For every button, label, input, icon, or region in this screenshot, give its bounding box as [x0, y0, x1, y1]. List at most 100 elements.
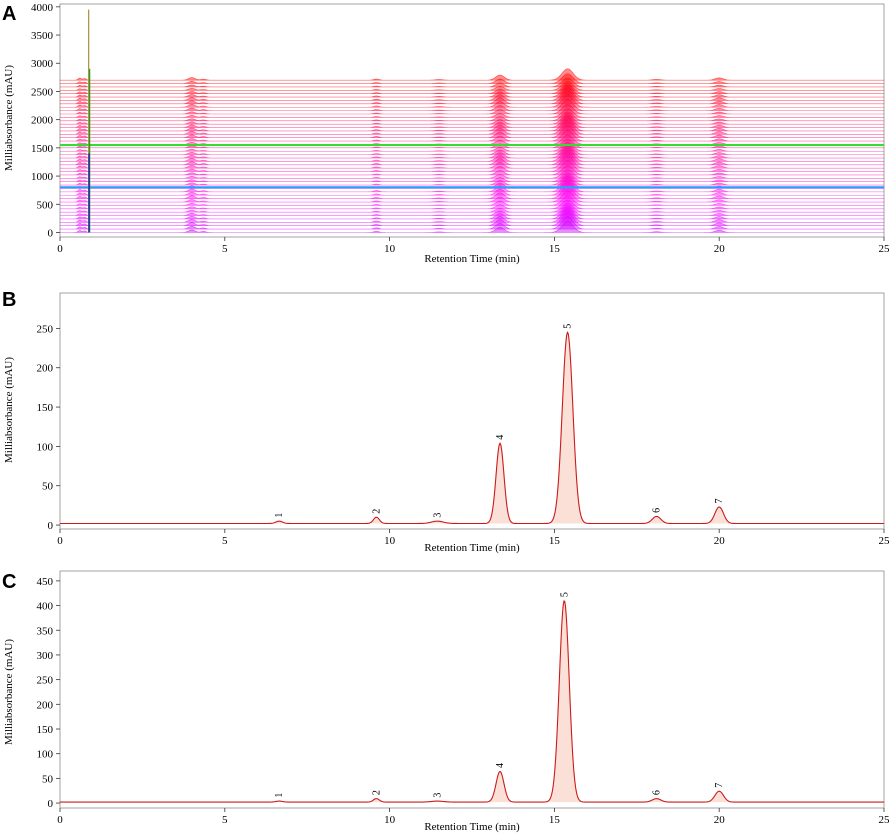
y-tick-label: 150 [37, 724, 54, 736]
peak-label-1: 1 [274, 793, 285, 798]
x-tick-label: 25 [879, 814, 891, 826]
panel-a-ylabel: Milliabsorbance (mAU) [3, 65, 15, 171]
stacked-trace [60, 216, 884, 230]
panel-b-xlabel: Retention Time (min) [424, 542, 520, 554]
x-tick-label: 5 [222, 814, 228, 826]
x-tick-label: 25 [879, 243, 891, 255]
peak-label-3: 3 [432, 793, 443, 798]
plot-frame [59, 570, 885, 809]
peak-label-2: 2 [371, 790, 382, 795]
y-tick-label: 1500 [31, 143, 54, 155]
y-tick-label: 1000 [31, 171, 54, 183]
peak-label-6: 6 [652, 508, 663, 513]
x-tick-label: 15 [549, 535, 561, 547]
stacked-trace [60, 199, 884, 210]
y-tick-label: 2000 [31, 115, 54, 127]
panel-c-ylabel: Milliabsorbance (mAU) [3, 639, 15, 745]
stacked-trace [60, 108, 884, 118]
stacked-trace [60, 73, 884, 84]
y-tick-label: 250 [37, 323, 54, 335]
panel-letter-b: B [2, 289, 16, 311]
chromatogram-line [60, 600, 884, 803]
stacked-trace [60, 195, 884, 206]
stacked-trace [60, 124, 884, 139]
y-tick-label: 0 [48, 227, 54, 239]
y-tick-label: 0 [48, 520, 54, 532]
y-tick-label: 50 [42, 481, 54, 493]
y-tick-label: 150 [37, 402, 54, 414]
stacked-trace [60, 165, 884, 176]
peak-label-4: 4 [495, 763, 506, 768]
peak-label-4: 4 [495, 435, 506, 440]
plot-area-b: 0 5 10 15 20 250501001502002501234567 [37, 292, 891, 547]
y-tick-label: 350 [37, 625, 54, 637]
stacked-trace [60, 169, 884, 179]
stacked-trace [60, 141, 884, 152]
x-tick-label: 5 [222, 243, 228, 255]
stacked-trace [60, 94, 884, 108]
stacked-trace [60, 68, 884, 81]
x-tick-label: 10 [384, 243, 396, 255]
stacked-trace [60, 83, 884, 94]
peak-label-2: 2 [371, 509, 382, 514]
y-tick-label: 3500 [31, 30, 54, 42]
stacked-trace [60, 174, 884, 186]
stacked-trace [60, 155, 884, 169]
peak-label-5: 5 [563, 324, 574, 329]
x-tick-label: 0 [57, 814, 63, 826]
panel-c-xlabel: Retention Time (min) [424, 821, 520, 833]
y-tick-label: 3000 [31, 58, 54, 70]
x-tick-label: 10 [384, 535, 396, 547]
x-tick-label: 15 [549, 243, 561, 255]
peak-fill [60, 332, 884, 524]
chromatogram-figure: A Milliabsorbance (mAU) Retention Time (… [2, 2, 891, 833]
x-tick-label: 10 [384, 814, 396, 826]
y-tick-label: 300 [37, 650, 54, 662]
y-tick-label: 100 [37, 749, 54, 761]
y-tick-label: 0 [48, 798, 54, 810]
panel-a-xlabel: Retention Time (min) [424, 253, 520, 265]
plot-area-a: 0 5 10 15 20 25 0 500 1000 1500 2000 2500 3000 3500 40… [31, 2, 890, 255]
x-tick-label: 0 [57, 243, 63, 255]
stacked-trace [60, 172, 884, 183]
peak-label-1: 1 [274, 513, 285, 518]
peak-fill [60, 600, 884, 803]
y-tick-label: 500 [37, 199, 54, 211]
x-tick-label: 20 [714, 814, 726, 826]
x-tick-label: 0 [57, 535, 63, 547]
chromatogram-line [60, 331, 884, 525]
y-tick-label: 2500 [31, 86, 54, 98]
stacked-trace [60, 202, 884, 213]
plot-frame [59, 292, 885, 530]
stacked-trace [60, 113, 884, 125]
y-tick-label: 400 [37, 601, 54, 613]
peak-label-3: 3 [432, 513, 443, 518]
y-tick-label: 4000 [31, 2, 54, 14]
panel-letter-a: A [2, 3, 16, 25]
stacked-trace [60, 190, 884, 203]
stacked-trace [60, 204, 884, 216]
stacked-trace [60, 129, 884, 142]
y-tick-label: 250 [37, 675, 54, 687]
x-tick-label: 5 [222, 535, 228, 547]
stacked-trace [60, 221, 884, 233]
x-tick-label: 25 [879, 535, 891, 547]
x-tick-label: 20 [714, 243, 726, 255]
peak-label-7: 7 [714, 499, 725, 504]
stacked-trace [60, 138, 884, 149]
panel-letter-c: C [2, 571, 16, 593]
peak-label-6: 6 [652, 790, 663, 795]
y-tick-label: 100 [37, 441, 54, 453]
trace-stack [60, 9, 884, 233]
panel-b-ylabel: Milliabsorbance (mAU) [3, 357, 15, 463]
y-tick-label: 450 [37, 576, 54, 588]
stacked-trace [60, 99, 884, 111]
stacked-trace [60, 160, 884, 172]
stacked-trace [60, 81, 884, 91]
y-tick-label: 200 [37, 363, 54, 375]
plot-area-c: 0 5 10 15 20 250501001502002503003504004501 2 3… [37, 570, 891, 826]
stacked-trace [60, 111, 884, 122]
peak-label-7: 7 [714, 783, 725, 788]
stacked-trace [60, 134, 884, 145]
x-tick-label: 15 [549, 814, 561, 826]
